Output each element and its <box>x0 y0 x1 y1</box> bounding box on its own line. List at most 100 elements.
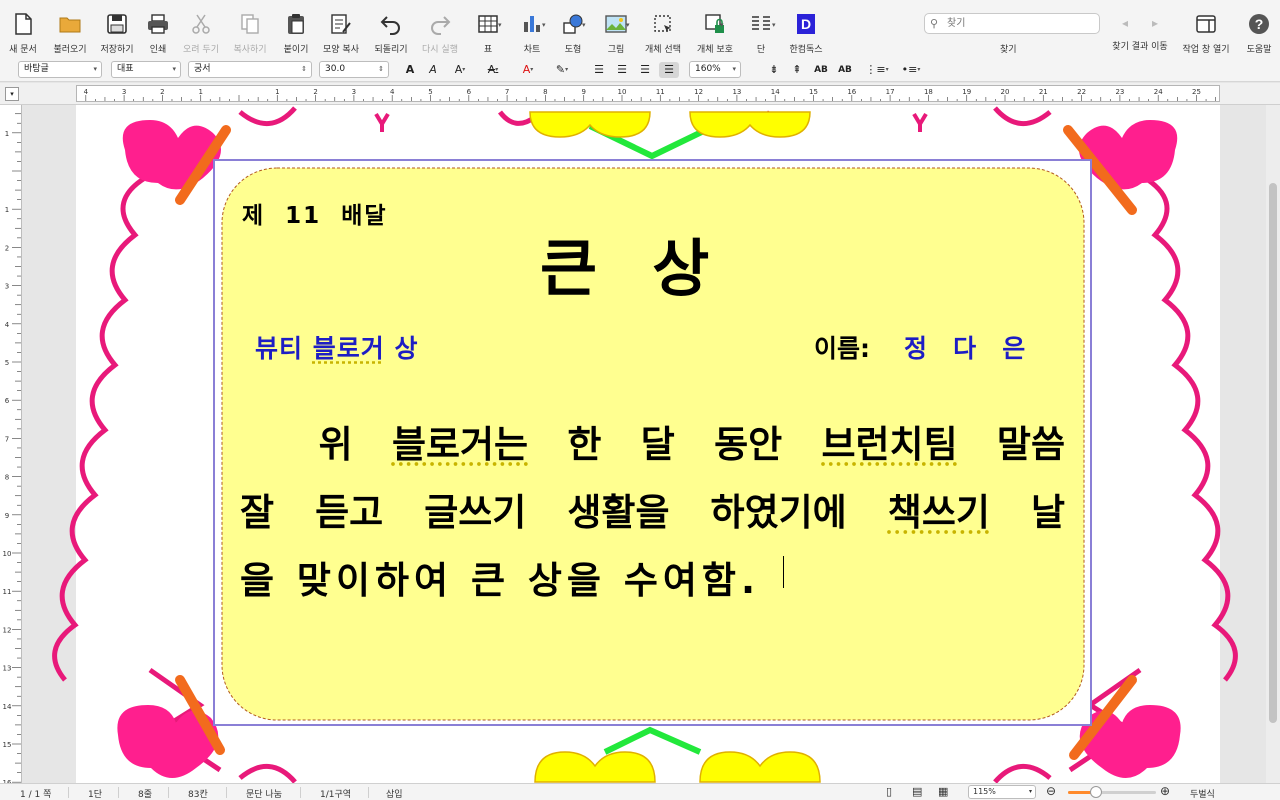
align-center-icon[interactable]: ☰ <box>613 62 631 78</box>
picture-button[interactable]: ▾ 그림 <box>600 12 632 56</box>
certificate-title[interactable]: 큰 상 <box>540 218 713 308</box>
name-value[interactable]: 정 다 은 <box>904 329 1025 365</box>
open-button[interactable]: 불러오기 <box>48 12 92 56</box>
find-previous-icon[interactable]: ◂ <box>1122 16 1128 30</box>
ruler-number: 3 <box>352 88 356 96</box>
bold-icon[interactable]: A <box>402 62 418 78</box>
table-icon <box>478 15 498 33</box>
align-left-icon[interactable]: ☰ <box>590 62 608 78</box>
hancom-docs-button[interactable]: D 한컴독스 <box>786 12 826 56</box>
shape-button[interactable]: ▾ 도형 <box>556 12 590 56</box>
line-spacing-down-icon[interactable]: ⇟ <box>765 62 783 78</box>
font-select[interactable]: 궁서 ⇕ <box>188 61 312 78</box>
ruler-number: 9 <box>581 88 585 96</box>
new-document-button[interactable]: 새 문서 <box>4 12 42 56</box>
ruler-number: 21 <box>1039 88 1048 96</box>
help-icon: ? <box>1249 14 1269 34</box>
format-copy-button[interactable]: 모양 복사 <box>320 12 362 56</box>
ruler-number: 3 <box>122 88 126 96</box>
align-justify-icon[interactable]: ☰ <box>659 62 679 78</box>
status-zoom-select[interactable]: 115% ▾ <box>968 785 1036 799</box>
ruler-number: 15 <box>3 741 12 749</box>
page-view-icon[interactable]: ▯ <box>886 785 892 798</box>
select-object-button[interactable]: 개체 선택 <box>642 12 684 56</box>
task-pane-button[interactable]: 작업 창 열기 <box>1180 12 1232 56</box>
body-line-2[interactable]: 잘 듣고 글쓰기 생활을 하였기에 책쓰기 날 <box>240 482 1065 536</box>
ruler-number: 20 <box>1001 88 1010 96</box>
status-insert-mode[interactable]: 삽입 <box>386 787 403 800</box>
ruler-number: 17 <box>886 88 895 96</box>
body-line-3[interactable]: 을 맞이하여 큰 상을 수여함. <box>240 550 1065 604</box>
draft-view-icon[interactable]: ▤ <box>912 785 922 798</box>
redo-button[interactable]: 다시 실행 <box>418 12 462 56</box>
column-button[interactable]: ▾ 단 <box>746 12 776 56</box>
strikethrough-icon[interactable]: A▾ <box>481 62 505 78</box>
help-button[interactable]: ? 도움말 <box>1242 12 1276 56</box>
clipboard-icon <box>288 14 304 34</box>
bullet-list-icon[interactable]: •≡▾ <box>898 62 924 78</box>
find-label: 찾기 <box>1000 45 1017 55</box>
printer-icon <box>148 14 168 34</box>
find-input[interactable] <box>947 16 1095 31</box>
print-button[interactable]: 인쇄 <box>142 12 174 56</box>
scrollbar-thumb[interactable] <box>1269 183 1277 723</box>
award-name[interactable]: 뷰티 블로거 상 <box>255 329 418 365</box>
save-button[interactable]: 저장하기 <box>96 12 138 56</box>
ruler-number: 1 <box>275 88 279 96</box>
chart-button[interactable]: ▾ 차트 <box>516 12 548 56</box>
zoom-out-icon[interactable]: ⊖ <box>1046 784 1056 798</box>
cut-button[interactable]: 오려 두기 <box>180 12 222 56</box>
vertical-scrollbar[interactable] <box>1266 105 1280 785</box>
web-view-icon[interactable]: ▦ <box>938 785 948 798</box>
font-color-icon[interactable]: A▾ <box>514 62 542 78</box>
numbered-list-icon[interactable]: ⋮≡▾ <box>864 62 890 78</box>
bar-chart-icon <box>524 16 540 32</box>
paste-button[interactable]: 붙이기 <box>278 12 314 56</box>
table-button[interactable]: ▾ 표 <box>472 12 504 56</box>
chevron-down-icon: ▾ <box>720 21 724 29</box>
letter-spacing-up-icon[interactable]: AB <box>836 62 854 78</box>
find-next-icon[interactable]: ▸ <box>1152 16 1158 30</box>
round-number[interactable]: 제 11 배달 <box>242 196 388 230</box>
zoom-slider-knob[interactable] <box>1090 786 1103 798</box>
status-char: 83칸 <box>188 790 208 800</box>
chevron-down-icon: ▾ <box>542 21 546 29</box>
letter-spacing-down-icon[interactable]: AB <box>812 62 830 78</box>
line-spacing-up-icon[interactable]: ⇞ <box>788 62 806 78</box>
chevron-down-icon: ▾ <box>732 65 736 73</box>
chevron-down-icon: ▾ <box>626 21 630 29</box>
name-label[interactable]: 이름: <box>814 329 870 365</box>
zoom-in-icon[interactable]: ⊕ <box>1160 784 1170 798</box>
underline-icon[interactable]: A▾ <box>448 62 472 78</box>
italic-icon[interactable]: A <box>425 62 441 78</box>
vertical-ruler[interactable]: 112345678910111213141516 <box>0 105 22 785</box>
ruler-number: 12 <box>694 88 703 96</box>
language-select[interactable]: 대표 ▾ <box>111 61 181 78</box>
highlight-icon[interactable]: ✎▾ <box>548 62 576 78</box>
style-select[interactable]: 바탕글 ▾ <box>18 61 102 78</box>
copy-button[interactable]: 복사하기 <box>228 12 272 56</box>
main-toolbar: 새 문서 불러오기 저장하기 인쇄 오려 두기 복사하기 붙이기 모양 복사 되… <box>0 0 1280 58</box>
body-line-1[interactable]: 위 블로거는 한 달 동안 브런치팀 말씀 <box>240 414 1065 468</box>
input-method[interactable]: 두벌식 <box>1190 787 1215 800</box>
ruler-number: 4 <box>390 88 395 96</box>
scissors-icon <box>192 14 210 34</box>
ruler-number: 19 <box>962 88 971 96</box>
zoom-slider[interactable] <box>1068 786 1156 798</box>
font-size-select[interactable]: 30.0 ⇕ <box>319 61 389 78</box>
hancom-docs-icon: D <box>797 14 815 34</box>
undo-button[interactable]: 되돌리기 <box>370 12 412 56</box>
ruler-number: 10 <box>618 88 627 96</box>
status-break: 문단 나눔 <box>246 790 282 800</box>
zoom-select[interactable]: 160% ▾ <box>689 61 741 78</box>
ruler-toggle-button[interactable]: ▾ <box>5 87 19 101</box>
horizontal-ruler[interactable]: 4 3 2 1 1 2 3 4 5 6 7 8 9 10 11 12 13 14 15 16 17 18 19 20 21 22 2… <box>76 85 1220 102</box>
ruler-number: 3 <box>5 283 9 291</box>
find-field[interactable]: ⚲ <box>924 13 1100 34</box>
ruler-number: 14 <box>3 703 12 711</box>
align-right-icon[interactable]: ☰ <box>636 62 654 78</box>
protect-object-button[interactable]: ▾ 개체 보호 <box>694 12 736 56</box>
ruler-number: 12 <box>3 626 12 634</box>
status-page[interactable]: 1 / 1 쪽 <box>20 787 51 800</box>
status-divider <box>300 787 301 798</box>
